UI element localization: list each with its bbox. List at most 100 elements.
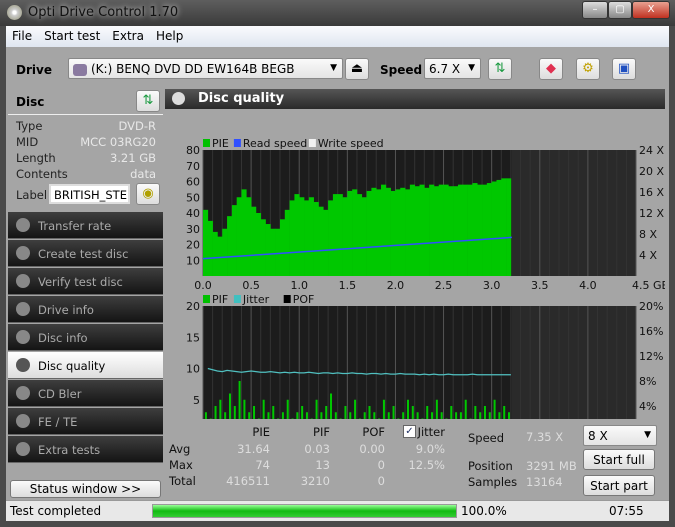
sidebar-item-label: CD Bler [38, 387, 82, 401]
legend-swatch [203, 139, 210, 147]
stats-row-label: Total [169, 474, 196, 488]
drive-select[interactable]: (K:) BENQ DVD DD EW164B BEGB ▼ [68, 58, 343, 79]
y-tick-label: 15 [186, 331, 200, 344]
stats-header: PIF [313, 425, 330, 439]
sidebar-item-label: Disc quality [38, 359, 106, 373]
legend-label: Jitter [242, 293, 270, 306]
sidebar-item-icon [16, 274, 30, 288]
pif-bar [305, 412, 308, 419]
pie-bar [279, 219, 286, 276]
pie-bar [299, 197, 305, 276]
chevron-down-icon: ▼ [468, 63, 475, 73]
legend-label: PIE [212, 137, 229, 150]
pie-bar [270, 228, 276, 276]
x-tick-label: 1.5 [339, 279, 357, 292]
disc-info-value: data [130, 167, 156, 181]
menu-extra[interactable]: Extra [106, 26, 150, 43]
legend-label: POF [293, 293, 315, 306]
minimize-button[interactable]: – [582, 1, 608, 19]
sidebar-item[interactable]: Create test disc [8, 240, 163, 267]
pif-bar [416, 412, 419, 419]
speed-select[interactable]: 6.7 X ▼ [424, 58, 481, 79]
sidebar-item[interactable]: CD Bler [8, 380, 163, 407]
sidebar-item[interactable]: Transfer rate [8, 212, 163, 239]
test-speed-value: 8 X [588, 429, 608, 443]
pie-bar [212, 231, 218, 276]
pif-bar [459, 412, 462, 419]
pif-bar [435, 399, 438, 419]
sidebar-item[interactable]: Extra tests [8, 436, 163, 463]
start-part-button[interactable]: Start part [583, 475, 655, 496]
stats-table: PIE PIF POF Jitter ✓ Avg 31.64 0.03 0.00 9.0% Max 7… [165, 421, 465, 491]
close-button[interactable]: X [632, 1, 670, 19]
pif-bar [339, 418, 342, 419]
speed-stat-value: 7.35 X [526, 430, 564, 444]
y-tick-label: 10 [186, 254, 200, 267]
jitter-checkbox[interactable]: ✓ [403, 425, 416, 438]
sidebar-item-label: Create test disc [38, 247, 129, 261]
pif-bar [493, 399, 496, 419]
sidebar-item[interactable]: FE / TE [8, 408, 163, 435]
pie-bar [294, 194, 300, 276]
legend-swatch [233, 139, 241, 147]
sidebar-item-icon [16, 330, 30, 344]
sidebar-item[interactable]: Disc quality [8, 352, 163, 379]
pif-bar [219, 399, 222, 419]
app-icon [7, 5, 22, 20]
test-speed-select[interactable]: 8 X ▼ [583, 425, 657, 446]
menu-start-test[interactable]: Start test [38, 26, 106, 43]
client-area: File Start test Extra Help Drive (K:) BENQ … [6, 26, 669, 521]
stats-value: 9.0% [415, 442, 445, 456]
pie-bar [496, 179, 502, 276]
chevron-down-icon: ▼ [644, 430, 651, 440]
eject-button[interactable]: ⏏ [345, 58, 369, 80]
pif-bar [488, 412, 491, 419]
x-tick-label: 2.0 [387, 279, 405, 292]
pif-bar [257, 418, 260, 419]
pif-bar [358, 418, 361, 419]
y2-tick-label: 16 X [639, 186, 664, 199]
disc-refresh-button[interactable]: ⇅ [136, 90, 160, 112]
pif-bar [387, 412, 390, 419]
label-field[interactable]: BRITISH_STEEL [49, 184, 130, 204]
pie-bar [390, 190, 396, 276]
y-tick-label: 80 [186, 144, 200, 157]
pie-bar [275, 228, 281, 276]
pie-bar [467, 184, 473, 276]
start-full-button[interactable]: Start full [583, 449, 655, 470]
pie-bar [361, 197, 367, 276]
y2-tick-label: 4% [639, 400, 656, 413]
pif-bar [291, 418, 294, 419]
sidebar-item[interactable]: Verify test disc [8, 268, 163, 295]
pif-bar [455, 412, 458, 419]
sidebar-item[interactable]: Drive info [8, 296, 163, 323]
pie-bar [424, 187, 430, 276]
save-button[interactable]: ▣ [612, 58, 636, 80]
speed-label: Speed [380, 63, 423, 77]
pie-bar [227, 216, 233, 276]
legend-swatch [283, 295, 291, 303]
x-tick-label: 0.0 [194, 279, 212, 292]
cd-icon-button[interactable]: ◉ [136, 183, 160, 205]
erase-button[interactable]: ◆ [539, 58, 563, 80]
sidebar-item[interactable]: Disc info [8, 324, 163, 351]
pie-bar [433, 186, 440, 276]
pif-bar [503, 406, 506, 419]
pie-bar [477, 184, 483, 276]
status-window-button[interactable]: Status window >> [10, 480, 161, 498]
pif-bar [378, 418, 381, 419]
progress-bar [152, 504, 457, 518]
pie-bar [313, 201, 319, 276]
menu-help[interactable]: Help [150, 26, 189, 43]
maximize-button[interactable]: ▢ [608, 1, 632, 19]
settings-button[interactable]: ⚙ [576, 58, 600, 80]
pie-bar [241, 189, 247, 276]
speed-value: 6.7 X [429, 62, 461, 76]
menu-file[interactable]: File [6, 26, 38, 43]
y-tick-label: 70 [186, 160, 200, 173]
y2-tick-label: 12% [639, 350, 663, 363]
refresh-button[interactable]: ⇅ [488, 58, 512, 80]
drive-icon [73, 63, 87, 76]
stats-row-label: Avg [169, 442, 191, 456]
pif-bar [228, 393, 231, 419]
